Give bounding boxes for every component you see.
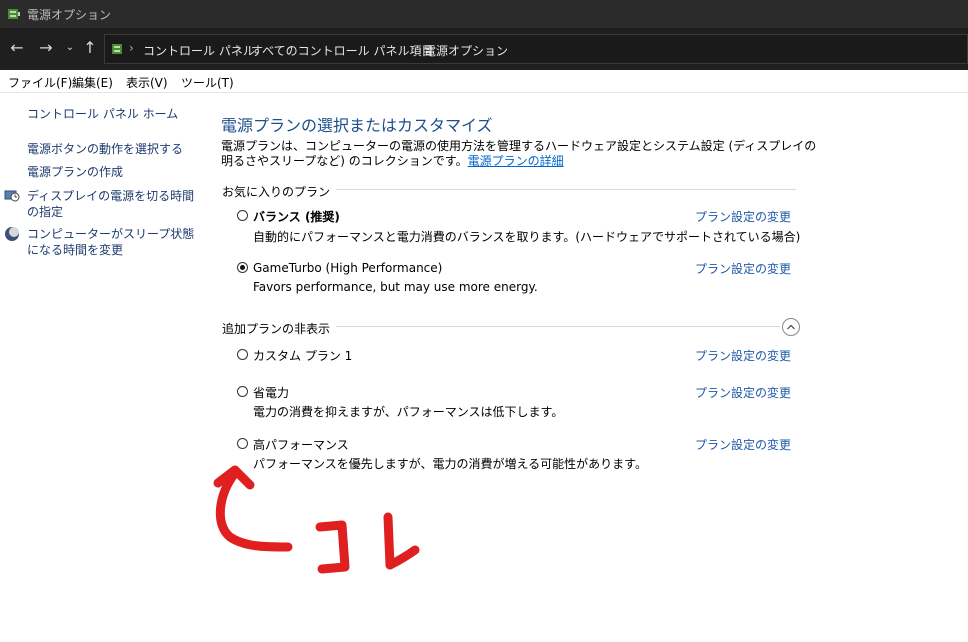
handwritten-arrow-annotation <box>213 465 420 574</box>
breadcrumb-separator-icon: › <box>237 41 242 55</box>
plan-custom1-settings-link[interactable]: プラン設定の変更 <box>695 347 791 364</box>
plan-high-performance-radio[interactable] <box>237 438 248 449</box>
page-description: 電源プランは、コンピューターの電源の使用方法を管理するハードウェア設定とシステム… <box>221 139 821 169</box>
plan-high-performance-name[interactable]: 高パフォーマンス <box>253 436 349 453</box>
plan-balanced-name[interactable]: バランス (推奨) <box>253 208 340 225</box>
favorites-group-label: お気に入りのプラン <box>222 183 337 200</box>
plan-gameturbo-radio[interactable] <box>237 262 248 273</box>
control-panel-icon <box>112 44 122 54</box>
breadcrumb-all-items[interactable]: すべてのコントロール パネル項目 <box>251 42 434 59</box>
monitor-clock-icon <box>4 190 20 202</box>
plan-gameturbo-settings-link[interactable]: プラン設定の変更 <box>695 260 791 277</box>
recent-locations-chevron-icon[interactable]: ⌄ <box>60 38 80 58</box>
title-bar: 電源オプション <box>0 0 968 28</box>
page-title: 電源プランの選択またはカスタマイズ <box>221 116 493 135</box>
annotation-glyph-ko <box>315 520 350 574</box>
power-options-icon <box>8 9 20 19</box>
sidebar-sleep-time[interactable]: コンピューターがスリープ状態になる時間を変更 <box>27 226 197 258</box>
breadcrumb-separator-icon: › <box>129 41 134 55</box>
power-plan-details-link[interactable]: 電源プランの詳細 <box>468 154 564 168</box>
menu-edit[interactable]: 編集(E) <box>72 74 113 91</box>
moon-sleep-icon <box>5 227 19 241</box>
plan-gameturbo-desc: Favors performance, but may use more ene… <box>253 280 538 294</box>
plan-power-saver-settings-link[interactable]: プラン設定の変更 <box>695 384 791 401</box>
extra-plans-group-label: 追加プランの非表示 <box>222 320 337 337</box>
forward-arrow-icon[interactable]: → <box>36 38 56 58</box>
plan-high-performance-settings-link[interactable]: プラン設定の変更 <box>695 436 791 453</box>
address-bar[interactable]: › コントロール パネル › すべてのコントロール パネル項目 › 電源オプショ… <box>104 34 968 64</box>
menu-view[interactable]: 表示(V) <box>126 74 168 91</box>
back-arrow-icon[interactable]: ← <box>7 38 27 58</box>
plan-power-saver-desc: 電力の消費を抑えますが、パフォーマンスは低下します。 <box>253 405 564 419</box>
plan-custom1-radio[interactable] <box>237 349 248 360</box>
annotation-glyph-re-1 <box>383 512 395 570</box>
plan-balanced-radio[interactable] <box>237 210 248 221</box>
breadcrumb-separator-icon: › <box>410 41 415 55</box>
menu-tools[interactable]: ツール(T) <box>181 74 234 91</box>
breadcrumb-power-options[interactable]: 電源オプション <box>424 42 508 59</box>
sidebar-control-panel-home[interactable]: コントロール パネル ホーム <box>27 106 178 122</box>
up-arrow-icon[interactable]: ↑ <box>80 38 100 58</box>
collapse-chevron-up-icon[interactable] <box>782 318 800 336</box>
plan-balanced-desc: 自動的にパフォーマンスと電力消費のバランスを取ります。(ハードウェアでサポートさ… <box>253 230 801 244</box>
plan-gameturbo-name[interactable]: GameTurbo (High Performance) <box>253 261 442 275</box>
menu-bar: ファイル(F) 編集(E) 表示(V) ツール(T) <box>0 70 968 93</box>
menu-file[interactable]: ファイル(F) <box>8 74 72 91</box>
sidebar-display-off-time[interactable]: ディスプレイの電源を切る時間の指定 <box>27 188 197 220</box>
plan-power-saver-radio[interactable] <box>237 386 248 397</box>
plan-balanced-settings-link[interactable]: プラン設定の変更 <box>695 208 791 225</box>
sidebar-power-button-action[interactable]: 電源ボタンの動作を選択する <box>27 141 183 157</box>
plan-power-saver-name[interactable]: 省電力 <box>253 384 289 401</box>
sidebar-create-power-plan[interactable]: 電源プランの作成 <box>27 164 123 180</box>
plan-custom1-name[interactable]: カスタム プラン 1 <box>253 347 352 364</box>
window-title: 電源オプション <box>27 8 112 22</box>
